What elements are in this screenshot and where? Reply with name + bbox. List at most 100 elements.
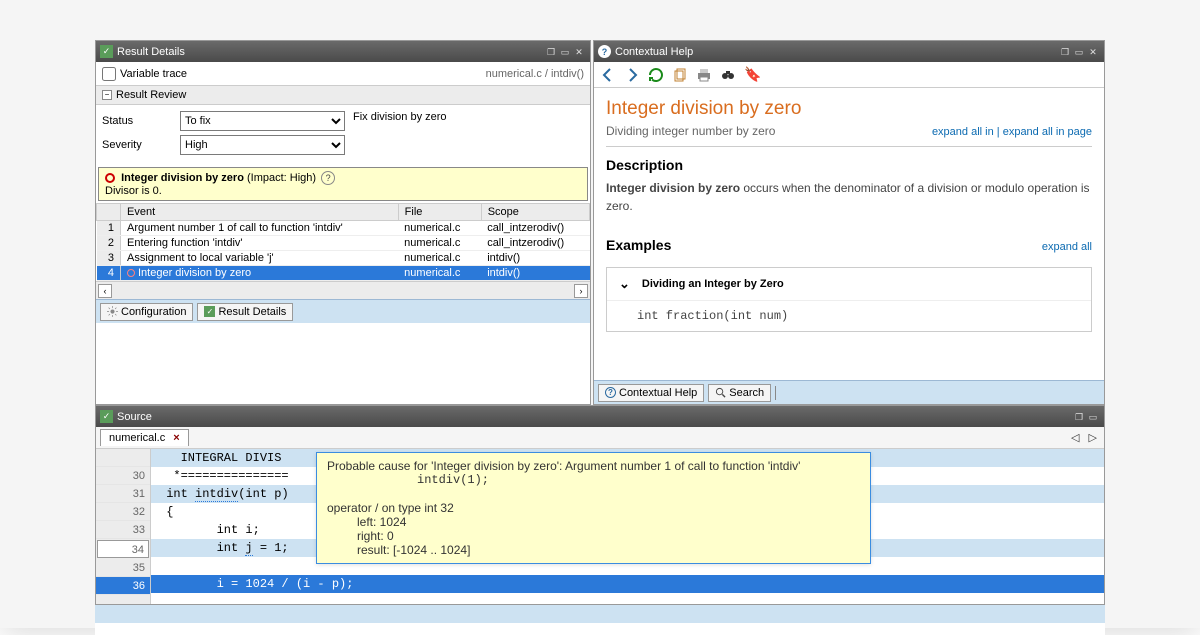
scroll-right-icon[interactable]: › — [574, 284, 588, 298]
question-icon: ? — [605, 387, 616, 398]
example-title: Dividing an Integer by Zero — [642, 278, 784, 290]
line-number: 34 — [97, 540, 149, 558]
alert-title: Integer division by zero — [121, 172, 244, 184]
help-subtitle: Dividing integer number by zero — [606, 124, 775, 138]
col-file[interactable]: File — [398, 204, 481, 221]
maximize-icon[interactable]: ▭ — [1086, 410, 1100, 424]
result-review-header: − Result Review — [96, 86, 590, 105]
tooltip-call: intdiv(1); — [327, 473, 860, 487]
back-icon[interactable] — [600, 67, 616, 83]
next-tab-icon[interactable]: ▷ — [1089, 432, 1097, 444]
result-details-panel: ✓ Result Details ❐ ▭ ✕ Variable trace nu… — [95, 40, 591, 405]
close-tab-icon[interactable]: × — [173, 432, 179, 444]
prev-tab-icon[interactable]: ◁ — [1071, 432, 1079, 444]
maximize-icon[interactable]: ▭ — [1072, 45, 1086, 59]
line-number: 35 — [96, 559, 150, 577]
severity-label: Severity — [102, 139, 172, 151]
print-icon[interactable] — [696, 67, 712, 83]
table-row[interactable]: 4 Integer division by zero numerical.c i… — [97, 266, 590, 281]
result-review-form: Status To fix Severity High Fix division… — [96, 105, 590, 165]
example-header[interactable]: ⌄ Dividing an Integer by Zero — [607, 268, 1091, 301]
help-page-title: Integer division by zero — [606, 98, 1092, 120]
code-line[interactable]: i = 1024 / (i - p); — [151, 575, 1104, 593]
line-number: 32 — [96, 503, 150, 521]
table-row[interactable]: 3 Assignment to local variable 'j' numer… — [97, 251, 590, 266]
line-number: 31 — [96, 485, 150, 503]
refresh-icon[interactable] — [648, 67, 664, 83]
status-label: Status — [102, 115, 172, 127]
bottom-striping — [95, 605, 1105, 635]
expand-all-page-link[interactable]: expand all in page — [1003, 126, 1092, 138]
question-icon: ? — [598, 45, 611, 58]
tab-nav-arrows: ◁ ▷ — [1068, 431, 1100, 444]
forward-icon[interactable] — [624, 67, 640, 83]
line-number: 33 — [96, 521, 150, 539]
help-header: ? Contextual Help ❐ ▭ ✕ — [594, 41, 1104, 62]
close-icon[interactable]: ✕ — [1086, 45, 1100, 59]
status-select[interactable]: To fix — [180, 111, 345, 131]
chevron-down-icon: ⌄ — [619, 276, 630, 292]
right-tab-strip: ? Contextual Help Search — [594, 380, 1104, 404]
description-heading: Description — [606, 157, 1092, 173]
description-text: Integer division by zero occurs when the… — [606, 179, 1092, 215]
breadcrumb: numerical.c / intdiv() — [486, 68, 584, 80]
restore-icon[interactable]: ❐ — [1058, 45, 1072, 59]
restore-icon[interactable]: ❐ — [1072, 410, 1086, 424]
help-toolbar: 🔖 — [594, 62, 1104, 88]
checkmark-icon: ✓ — [100, 410, 113, 423]
col-index[interactable] — [97, 204, 121, 221]
gear-icon — [107, 306, 118, 317]
alert-box: Integer division by zero (Impact: High) … — [98, 167, 588, 201]
source-tab-file[interactable]: numerical.c × — [100, 429, 189, 446]
copy-icon[interactable] — [672, 67, 688, 83]
checkmark-icon: ✓ — [100, 45, 113, 58]
tooltip-cause: Probable cause for 'Integer division by … — [327, 459, 860, 473]
tab-configuration[interactable]: Configuration — [100, 303, 193, 321]
bookmark-icon[interactable]: 🔖 — [744, 66, 761, 83]
line-number-gutter: 30 31 32 33 34 35 36 — [96, 449, 151, 604]
alert-detail: Divisor is 0. — [105, 185, 162, 197]
col-scope[interactable]: Scope — [481, 204, 589, 221]
help-icon[interactable]: ? — [321, 171, 335, 185]
source-tab-label: numerical.c — [109, 432, 165, 444]
variable-trace-label: Variable trace — [120, 68, 187, 80]
restore-icon[interactable]: ❐ — [544, 45, 558, 59]
example-box: ⌄ Dividing an Integer by Zero int fracti… — [606, 267, 1092, 332]
warning-ring-icon — [127, 269, 135, 277]
left-tab-strip: Configuration ✓ Result Details — [96, 299, 590, 323]
source-panel: ✓ Source ❐ ▭ numerical.c × ◁ ▷ 30 31 32 … — [95, 405, 1105, 605]
severity-select[interactable]: High — [180, 135, 345, 155]
result-details-title: Result Details — [117, 46, 544, 58]
source-title: Source — [117, 411, 1072, 423]
source-tabs: numerical.c × ◁ ▷ — [96, 427, 1104, 449]
comment-input[interactable]: Fix division by zero — [353, 111, 447, 123]
tab-result-details[interactable]: ✓ Result Details — [197, 303, 293, 321]
variable-trace-checkbox[interactable] — [102, 67, 116, 81]
horizontal-scrollbar[interactable]: ‹ › — [96, 281, 590, 299]
tab-contextual-help[interactable]: ? Contextual Help — [598, 384, 704, 402]
example-code: int fraction(int num) — [607, 301, 1091, 331]
contextual-help-panel: ? Contextual Help ❐ ▭ ✕ 🔖 Integer divisi… — [593, 40, 1105, 405]
table-row[interactable]: 1 Argument number 1 of call to function … — [97, 221, 590, 236]
line-number: 30 — [96, 467, 150, 485]
scroll-left-icon[interactable]: ‹ — [98, 284, 112, 298]
checkmark-icon: ✓ — [204, 306, 215, 317]
expand-all-in-link[interactable]: expand all in — [932, 126, 994, 138]
code-tooltip: Probable cause for 'Integer division by … — [316, 452, 871, 564]
tooltip-left: left: 1024 — [327, 515, 860, 529]
result-review-label: Result Review — [116, 89, 186, 101]
help-title: Contextual Help — [615, 46, 1058, 58]
code-area[interactable]: 30 31 32 33 34 35 36 INTEGRAL DIVIS *===… — [96, 449, 1104, 604]
result-details-header: ✓ Result Details ❐ ▭ ✕ — [96, 41, 590, 62]
col-event[interactable]: Event — [121, 204, 399, 221]
alert-impact: (Impact: High) — [247, 172, 316, 184]
maximize-icon[interactable]: ▭ — [558, 45, 572, 59]
warning-ring-icon — [105, 173, 115, 183]
close-icon[interactable]: ✕ — [572, 45, 586, 59]
table-row[interactable]: 2 Entering function 'intdiv' numerical.c… — [97, 236, 590, 251]
expand-all-link[interactable]: expand all — [1042, 241, 1092, 253]
examples-heading: Examples — [606, 237, 671, 253]
collapse-icon[interactable]: − — [102, 90, 112, 100]
tab-search[interactable]: Search — [708, 384, 771, 402]
binoculars-icon[interactable] — [720, 67, 736, 83]
